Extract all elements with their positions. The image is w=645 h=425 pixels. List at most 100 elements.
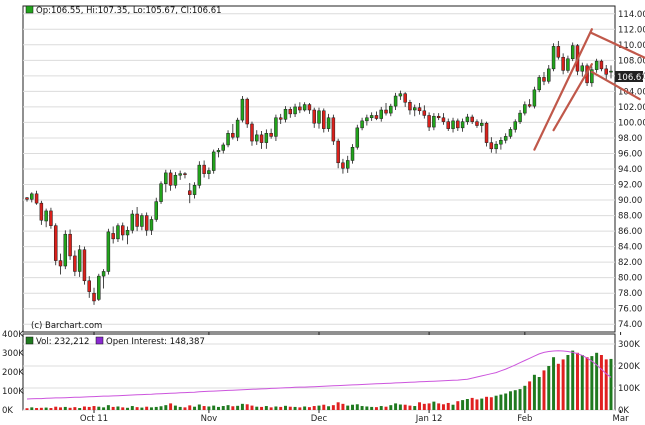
volume-bar [106,405,110,410]
volume-bar [547,366,551,410]
candle [197,161,202,189]
candle [551,43,556,72]
volume-bar [264,406,268,410]
volume-bar [542,370,546,410]
volume-bar [532,374,536,410]
x-tick-label: Feb [517,414,532,424]
volume-bar [451,404,455,410]
x-tick-label: Mar [613,414,630,424]
volume-bar [571,350,575,410]
volume-bar [159,406,163,410]
volume-bar [331,405,335,410]
candle [159,181,163,204]
volume-tick-label: 0K [2,406,13,416]
oi-tick-label: 300K [618,340,640,350]
volume-bar [63,406,67,410]
volume-bar [580,355,584,410]
price-tick-label: 100.00 [618,118,645,128]
price-tick-label: 96.00 [618,149,642,159]
candle [240,96,245,123]
volume-bar [403,404,407,410]
candle [68,229,72,260]
volume-bar [480,398,484,410]
volume-bar [513,390,517,410]
volume-bar [432,401,436,410]
last-price-label: 106.61 [617,73,645,83]
volume-bar [485,396,489,410]
volume-bar [461,400,465,410]
volume-bar [39,407,43,410]
volume-bar [73,407,77,410]
volume-bar [111,406,115,410]
volume-tick-label: 100K [2,387,24,397]
volume-bar [470,397,474,410]
volume-bar [216,406,220,410]
volume-bar [221,406,225,410]
volume-bar [59,407,62,410]
volume-bar [427,403,431,410]
volume-bar [585,357,589,410]
x-tick-label: Dec [311,414,328,424]
volume-bar [193,406,197,410]
candle [82,246,87,285]
volume-bar [576,352,579,410]
volume-bar [92,406,96,410]
candle [53,223,58,266]
volume-bar [336,402,340,410]
volume-bar [523,385,527,410]
candle [484,121,489,147]
volume-bar [293,406,297,410]
volume-bar [169,403,173,410]
volume-bar [207,406,211,410]
price-tick-label: 108.00 [618,56,645,66]
volume-bar [604,359,608,410]
volume-bar [116,406,120,410]
volume-bar [260,406,264,410]
volume-bar [499,394,503,410]
volume-bar [379,406,383,410]
volume-bar [121,407,125,410]
volume-bar [288,406,292,410]
volume-bar [489,397,493,410]
volume-bar [384,406,388,410]
volume-bar [494,395,498,410]
volume-bar [87,406,91,410]
volume-bar [212,405,216,410]
volume-bar [437,403,441,410]
volume-bar [279,406,283,410]
candle [350,144,355,164]
price-tick-label: 102.00 [618,103,645,113]
volume-bar [226,405,230,410]
price-tick-label: 94.00 [618,165,642,175]
volume-legend: Vol: 232,212 Open Interest: 148,387 [25,336,205,347]
volume-bar [102,407,106,410]
volume-bar [398,404,402,410]
candle [537,75,541,93]
price-tick-label: 74.00 [618,320,642,330]
volume-bar [599,355,603,410]
volume-bar [365,406,369,410]
volume-bar [341,403,345,410]
volume-bar [351,404,354,410]
volume-bar [245,404,249,410]
copyright-text: (c) Barchart.com [31,321,102,331]
volume-bar [441,404,445,410]
price-tick-label: 114.00 [618,10,645,20]
candle [63,230,68,270]
volume-bar [408,405,412,410]
ohlc-text: Op:106.55, Hi:107.35, Lo:105.67, Cl:106.… [36,6,222,16]
volume-bar [537,377,541,410]
volume-bar [303,406,307,410]
volume-bar [374,407,378,410]
volume-bar [556,363,560,410]
volume-bar [518,389,522,410]
volume-bar [307,407,311,410]
volume-bar [250,405,254,410]
volume-bar [552,357,556,410]
volume-bar [240,403,244,410]
volume-bar [255,406,259,410]
oi-tick-label: 200K [618,362,640,372]
volume-bar [164,405,168,410]
volume-bar [317,405,321,410]
volume-bar [389,405,393,410]
